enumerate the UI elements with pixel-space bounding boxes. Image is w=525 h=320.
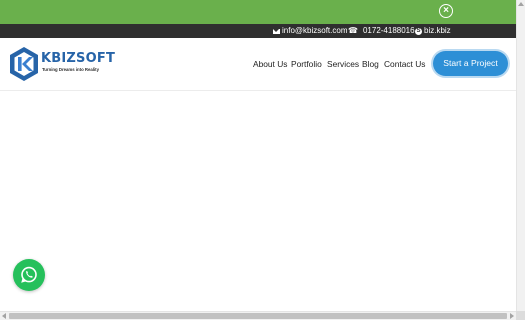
skype-text: biz.kbiz bbox=[424, 26, 451, 35]
nav-blog[interactable]: Blog bbox=[362, 59, 379, 69]
start-project-button[interactable]: Start a Project bbox=[433, 51, 508, 76]
email-text: info@kbizsoft.com bbox=[282, 26, 348, 35]
whatsapp-button[interactable] bbox=[13, 259, 45, 291]
horizontal-scroll-thumb[interactable] bbox=[9, 313, 507, 319]
phone-icon: ☎ bbox=[348, 26, 358, 35]
scroll-right-arrow-icon[interactable] bbox=[510, 313, 514, 319]
contact-bar: info@kbizsoft.com ☎ 0172-4188016 S biz.k… bbox=[0, 24, 516, 38]
scrollbar-corner bbox=[516, 311, 525, 320]
phone-link[interactable]: ☎ 0172-4188016 bbox=[348, 26, 415, 36]
top-banner: × bbox=[0, 0, 516, 24]
nav-portfolio[interactable]: Portfolio bbox=[291, 59, 322, 69]
logo-mark-icon bbox=[10, 47, 38, 81]
skype-link[interactable]: S biz.kbiz bbox=[415, 26, 451, 36]
close-circle-icon[interactable]: × bbox=[439, 4, 453, 18]
skype-icon: S bbox=[415, 27, 422, 35]
whatsapp-icon bbox=[21, 266, 37, 283]
logo-text: KBIZSOFT bbox=[41, 51, 116, 66]
vertical-scrollbar[interactable] bbox=[516, 0, 525, 320]
scroll-left-arrow-icon[interactable] bbox=[2, 313, 6, 319]
email-link[interactable]: info@kbizsoft.com bbox=[273, 26, 347, 36]
webpage: × info@kbizsoft.com ☎ 0172-4188016 S biz… bbox=[0, 0, 525, 320]
nav-contact-us[interactable]: Contact Us bbox=[384, 59, 425, 69]
envelope-icon bbox=[273, 28, 280, 34]
horizontal-scrollbar[interactable] bbox=[0, 311, 516, 320]
logo-tagline: Turning Dreams into Reality bbox=[42, 67, 99, 72]
logo[interactable]: KBIZSOFT Turning Dreams into Reality bbox=[8, 46, 115, 82]
nav-services[interactable]: Services bbox=[327, 59, 359, 69]
site-header: KBIZSOFT Turning Dreams into Reality Abo… bbox=[0, 38, 516, 91]
phone-text: 0172-4188016 bbox=[362, 26, 415, 35]
scroll-up-arrow-icon[interactable] bbox=[518, 2, 524, 6]
nav-about-us[interactable]: About Us bbox=[253, 59, 287, 69]
